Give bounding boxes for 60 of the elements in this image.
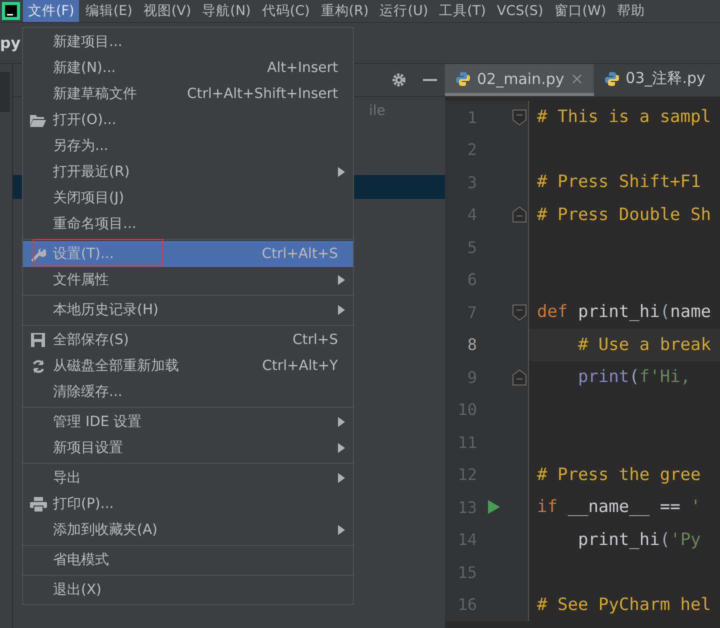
- code-line: # Press the gree: [536, 464, 701, 485]
- menu-item[interactable]: 打开最近(R): [23, 159, 353, 185]
- wrench-icon: [30, 246, 46, 262]
- fold-icon[interactable]: [512, 206, 527, 224]
- menu-item[interactable]: 退出(X): [23, 577, 353, 603]
- app-logo-icon: [2, 2, 20, 20]
- menu-item[interactable]: 新建项目...: [23, 29, 353, 55]
- menu-item[interactable]: 导出: [23, 465, 353, 491]
- python-file-icon: [455, 70, 471, 86]
- menu-bar-item[interactable]: 导航(N): [197, 0, 256, 22]
- code-line: # Press Shift+F1: [536, 172, 701, 192]
- menu-item[interactable]: 打印(P)...: [23, 491, 353, 517]
- fold-icon[interactable]: [512, 108, 527, 126]
- project-title: py: [0, 34, 21, 52]
- menu-item[interactable]: 新建草稿文件 Ctrl+Alt+Shift+Insert: [23, 81, 353, 107]
- code-line: # Use a break: [576, 334, 711, 355]
- menu-item[interactable]: 清除缓存...: [23, 379, 353, 405]
- menu-item[interactable]: 另存为...: [23, 133, 353, 159]
- menu-item[interactable]: 省电模式: [23, 547, 353, 573]
- menu-item[interactable]: 打开(O)...: [23, 107, 353, 133]
- editor-tab[interactable]: 03_注释.py: [594, 64, 716, 96]
- menu-bar-item[interactable]: 窗口(W): [549, 0, 612, 22]
- code-line: if __name__ == ': [536, 497, 701, 518]
- python-file-icon: [604, 70, 620, 86]
- menu-bar-item[interactable]: 文件(F): [23, 0, 80, 22]
- menu-bar-item[interactable]: 工具(T): [434, 0, 491, 22]
- run-icon[interactable]: [488, 500, 500, 514]
- gear-icon[interactable]: [391, 72, 407, 88]
- menu-item[interactable]: 管理 IDE 设置: [23, 409, 353, 435]
- menu-bar-item[interactable]: 视图(V): [138, 0, 196, 22]
- code-line: print_hi('Py: [576, 530, 701, 550]
- line-number: 8: [466, 335, 477, 354]
- menu-item[interactable]: 重命名项目...: [23, 211, 353, 237]
- minimize-icon[interactable]: [423, 78, 437, 82]
- menu-item[interactable]: 关闭项目(J): [23, 185, 353, 211]
- code-line: # This is a sampl: [536, 107, 711, 128]
- menu-bar-item[interactable]: VCS(S): [492, 0, 548, 22]
- menu-item[interactable]: 文件属性: [23, 267, 353, 293]
- save-icon: [31, 333, 45, 347]
- menu-bar-item[interactable]: 帮助: [612, 0, 650, 22]
- menu-item[interactable]: 从磁盘全部重新加载 Ctrl+Alt+Y: [23, 353, 353, 379]
- printer-icon: [30, 496, 46, 512]
- fold-icon[interactable]: [512, 304, 527, 321]
- code-line: print(f'Hi,: [576, 367, 692, 388]
- reload-icon: [30, 358, 46, 374]
- menu-bar-item[interactable]: 编辑(E): [80, 0, 138, 22]
- menu-item[interactable]: 添加到收藏夹(A): [23, 517, 353, 543]
- editor-tab[interactable]: 02_main.py ×: [445, 64, 594, 96]
- menu-bar-item[interactable]: 运行(U): [374, 0, 434, 22]
- fold-icon[interactable]: [512, 368, 527, 386]
- code-line: # See PyCharm hel: [536, 594, 711, 615]
- menu-item[interactable]: 本地历史记录(H): [23, 297, 353, 323]
- folder-icon: [30, 114, 46, 126]
- menu-item[interactable]: 新项目设置: [23, 435, 353, 461]
- menu-bar-item[interactable]: 代码(C): [256, 0, 315, 22]
- menu-item[interactable]: 全部保存(S) Ctrl+S: [23, 327, 353, 353]
- code-line: def print_hi(name: [536, 302, 712, 322]
- code-line: # Press Double Sh: [536, 204, 711, 225]
- menu-item[interactable]: 新建(N)... Alt+Insert: [23, 55, 353, 81]
- menu-bar-item[interactable]: 重构(R): [316, 0, 374, 22]
